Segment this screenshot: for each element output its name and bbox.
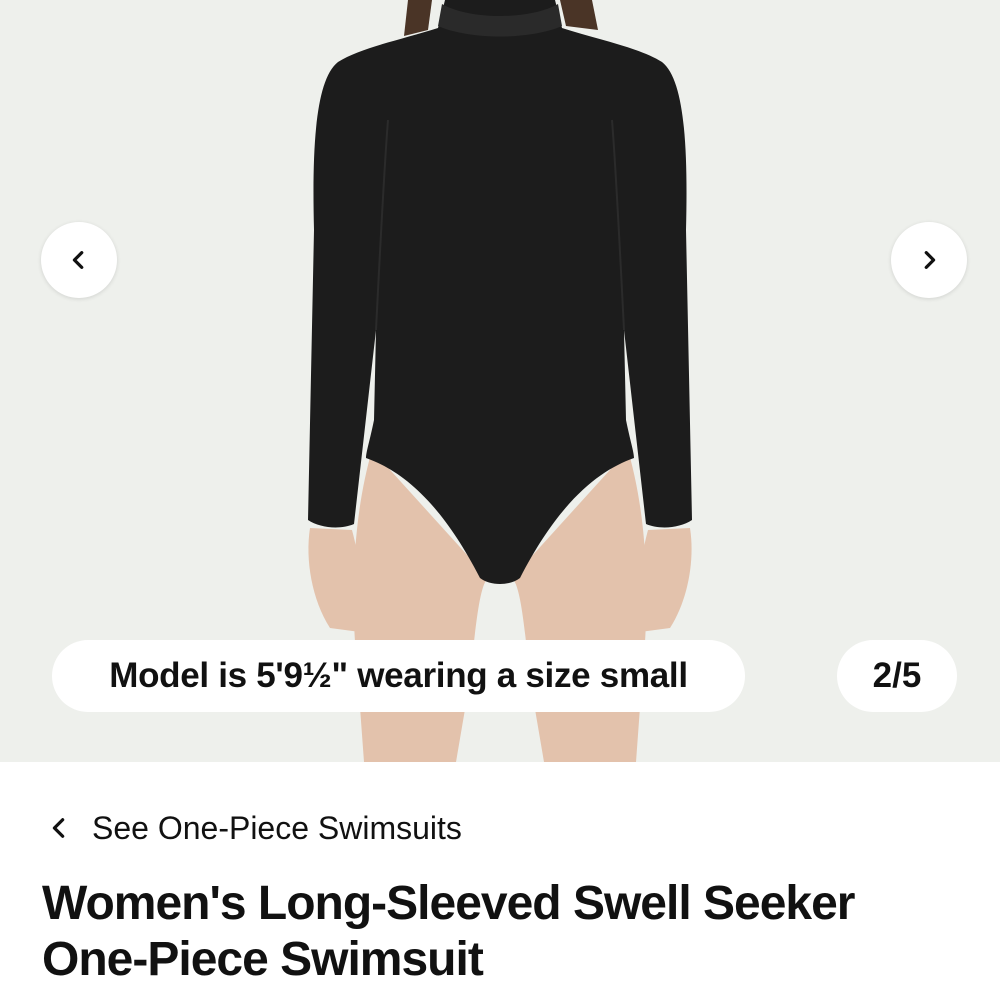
model-size-caption: Model is 5'9½" wearing a size small [52, 640, 745, 712]
next-image-button[interactable] [891, 222, 967, 298]
chevron-left-icon [72, 251, 84, 269]
model-size-caption-text: Model is 5'9½" wearing a size small [109, 656, 688, 695]
product-image-gallery[interactable]: Model is 5'9½" wearing a size small 2/5 [0, 0, 1000, 762]
breadcrumb-label[interactable]: See One-Piece Swimsuits [92, 810, 462, 847]
previous-image-button[interactable] [41, 222, 117, 298]
chevron-right-icon [924, 251, 936, 269]
breadcrumb-back-link[interactable]: See One-Piece Swimsuits [48, 806, 462, 850]
chevron-left-icon [52, 818, 65, 838]
image-counter-text: 2/5 [872, 656, 922, 695]
image-counter: 2/5 [837, 640, 957, 712]
product-title: Women's Long-Sleeved Swell Seeker One-Pi… [42, 877, 855, 986]
